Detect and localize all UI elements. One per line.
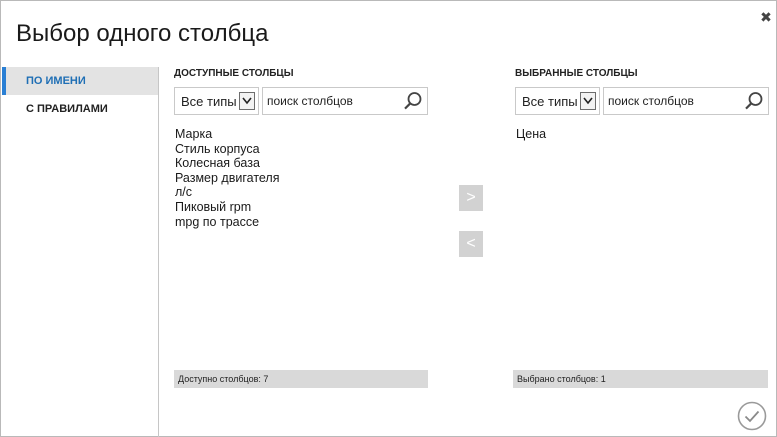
available-type-select-value: Все типы: [181, 94, 237, 109]
sidebar: По имени С правилами: [2, 67, 159, 437]
dialog-title: Выбор одного столбца: [16, 20, 269, 47]
sidebar-item-with-rules[interactable]: С правилами: [2, 95, 158, 123]
selected-count-status: Выбрано столбцов: 1: [513, 370, 768, 388]
selected-columns-header: Выбранные столбцы: [515, 68, 638, 79]
checkmark-circle-icon[interactable]: [737, 401, 767, 431]
chevron-down-icon: [239, 92, 255, 110]
selected-columns-list: Цена: [516, 127, 546, 142]
select-column-dialog: ✖ Выбор одного столбца По имени С правил…: [0, 0, 777, 437]
sidebar-item-by-name[interactable]: По имени: [2, 67, 158, 95]
available-columns-header: Доступные столбцы: [174, 68, 294, 79]
available-search-input[interactable]: [263, 88, 397, 114]
list-item[interactable]: Цена: [516, 127, 546, 142]
list-item[interactable]: Пиковый rpm: [175, 200, 280, 215]
available-search-box: [262, 87, 428, 115]
list-item[interactable]: Размер двигателя: [175, 171, 280, 186]
list-item[interactable]: Колесная база: [175, 156, 280, 171]
list-item[interactable]: mpg по трассе: [175, 215, 280, 230]
list-item[interactable]: л/с: [175, 185, 280, 200]
remove-column-button[interactable]: <: [459, 231, 483, 257]
add-column-button[interactable]: >: [459, 185, 483, 211]
search-icon[interactable]: [403, 91, 423, 111]
selected-search-input[interactable]: [604, 88, 738, 114]
close-icon[interactable]: ✖: [758, 9, 774, 25]
list-item[interactable]: Стиль корпуса: [175, 142, 280, 157]
selected-search-box: [603, 87, 769, 115]
available-columns-list: Марка Стиль корпуса Колесная база Размер…: [175, 127, 280, 229]
selected-type-select[interactable]: Все типы: [515, 87, 600, 115]
available-count-status: Доступно столбцов: 7: [174, 370, 428, 388]
list-item[interactable]: Марка: [175, 127, 280, 142]
search-icon[interactable]: [744, 91, 764, 111]
available-type-select[interactable]: Все типы: [174, 87, 259, 115]
chevron-down-icon: [580, 92, 596, 110]
selected-type-select-value: Все типы: [522, 94, 578, 109]
